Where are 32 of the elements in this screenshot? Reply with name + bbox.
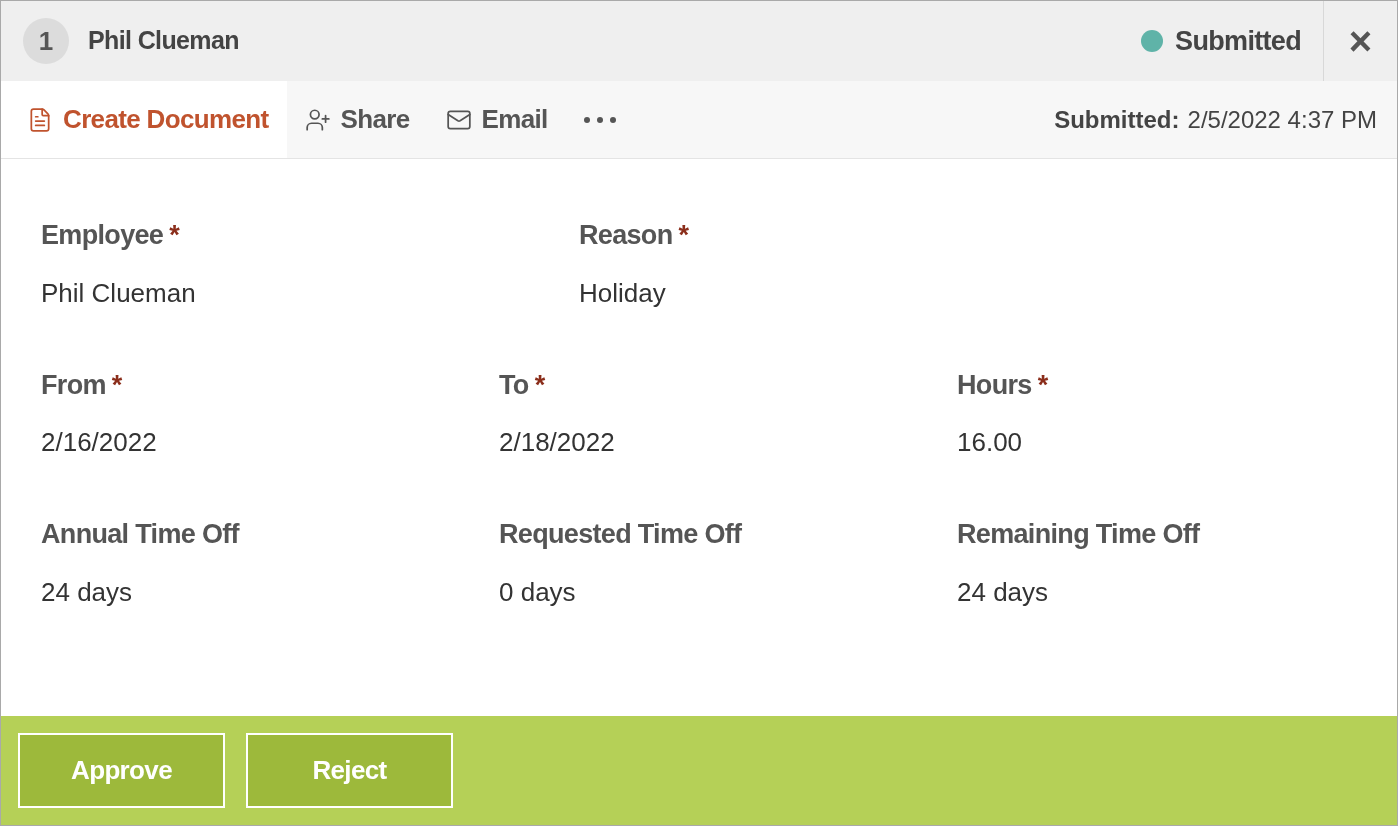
required-mark: * (111, 368, 123, 402)
field-label: Annual Time Off (41, 518, 239, 551)
toolbar-button[interactable]: Create Document (1, 81, 287, 158)
field-label: Reason (579, 219, 673, 252)
toolbar-button[interactable]: Email (427, 81, 566, 158)
required-mark: * (1037, 368, 1049, 402)
field-label: Remaining Time Off (957, 518, 1200, 551)
required-mark: * (169, 219, 180, 252)
toolbar-button[interactable]: Share (286, 81, 428, 158)
add-user-icon (304, 106, 331, 133)
required-mark: * (534, 368, 546, 402)
employee-name: Phil Clueman (88, 25, 239, 57)
field-value: 24 days (41, 575, 134, 609)
document-icon (27, 106, 53, 133)
field-label: From (41, 368, 106, 402)
submitted-date: 2/5/2022 4:37 PM (1187, 104, 1377, 135)
field-label: Employee (41, 219, 164, 252)
more-icon (583, 116, 616, 123)
number-badge: 1 (23, 18, 69, 64)
submitted-label: Submitted: (1054, 104, 1180, 135)
field-value: 24 days (957, 575, 1050, 609)
field-value: 0 days (499, 575, 577, 609)
field-value: 2/16/2022 (41, 426, 158, 459)
field-value: Phil Clueman (41, 276, 197, 310)
field-label: Requested Time Off (499, 518, 742, 551)
field-label: To (499, 368, 529, 402)
field-value: 2/18/2022 (499, 426, 616, 459)
status-label: Submitted (1175, 24, 1301, 58)
field-value: Holiday (579, 276, 667, 310)
field-value: 16.00 (957, 426, 1024, 459)
field-label: Hours (957, 368, 1032, 402)
required-mark: * (678, 219, 689, 252)
